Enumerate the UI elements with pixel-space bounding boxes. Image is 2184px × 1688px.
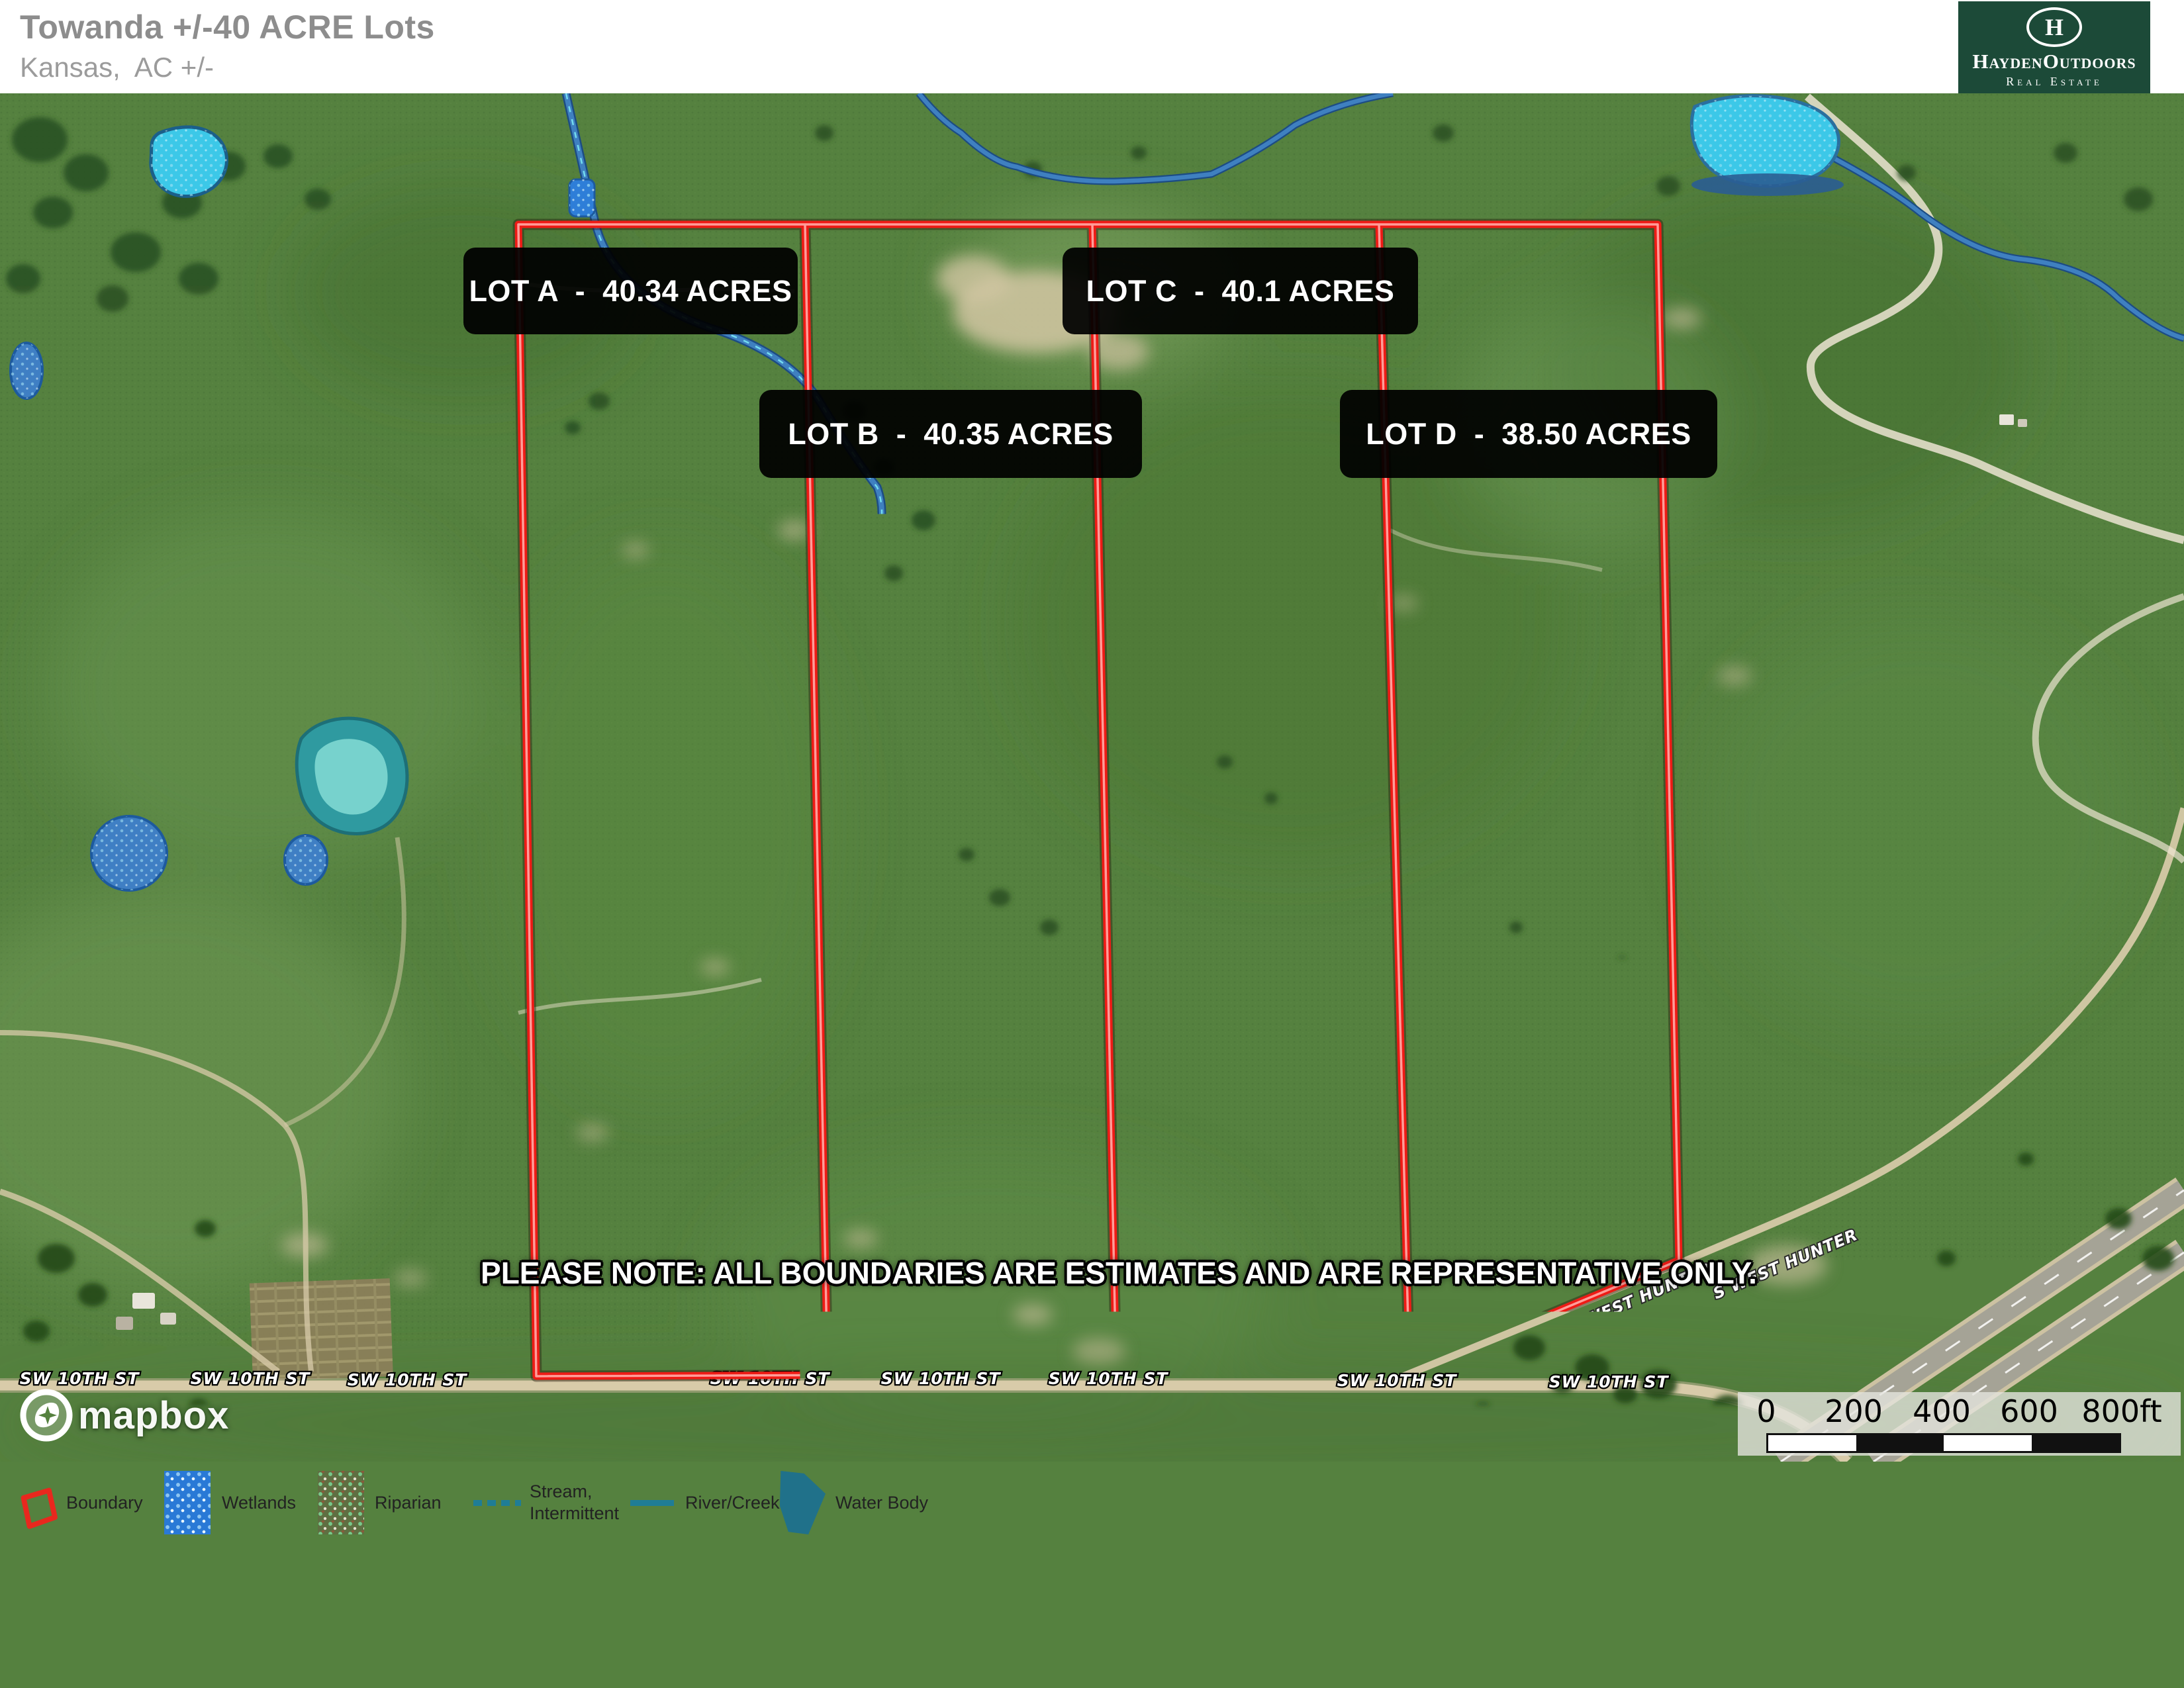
legend-label-wetlands: Wetlands (222, 1462, 296, 1544)
svg-text:254: 254 (2073, 1327, 2105, 1344)
scale-tick: 400 (1913, 1393, 1971, 1429)
lot-d-label: LOT D - 38.50 ACRES (1340, 390, 1717, 478)
footer-company: Hayden Outdoors Great Plains (20, 1613, 375, 1640)
hayden-outdoors-logo: H HaydenOutdoors Real Estate (1958, 1, 2150, 94)
page-subtitle: Kansas, AC +/- (20, 52, 214, 83)
disclaimer-line: The information contained herein was obt… (1780, 1610, 2123, 1628)
legend-label-riparian: Riparian (375, 1462, 442, 1544)
scale-tick: 600 (2000, 1393, 2058, 1429)
property-map-sheet: Towanda +/-40 ACRE Lots Kansas, AC +/- H… (0, 0, 2184, 1688)
disclaimer-line: sources deemed to be reliable. (1780, 1628, 2123, 1646)
footer-website: www.haydenoutdoors.com (273, 1647, 545, 1673)
scale-tick: 800ft (2081, 1393, 2161, 1429)
hayden-logo-name: HaydenOutdoors (1972, 50, 2136, 73)
lot-c-label: LOT C - 40.1 ACRES (1063, 248, 1418, 334)
map-legend: Boundary Wetlands Riparian Stream, Inter… (0, 1462, 2184, 1544)
water-body-icon (778, 1471, 826, 1534)
disclaimer-line: Land id™ Services makes no warranties or… (1780, 1646, 2123, 1664)
footer-phone: P: 866-741-8323 (20, 1647, 193, 1673)
land-id-logo: id. (1715, 1618, 1768, 1673)
road-label-sw10th: SW 10TH ST (1549, 1372, 1670, 1391)
land-id-logo-text: id (1721, 1626, 1752, 1665)
legend-stream-line1: Stream, (530, 1481, 593, 1501)
hayden-h-monogram-icon: H (2026, 7, 2082, 47)
page-title: Towanda +/-40 ACRE Lots (20, 8, 435, 46)
boundary-disclaimer-banner: PLEASE NOTE: ALL BOUNDARIES ARE ESTIMATE… (463, 1255, 1774, 1291)
scale-bar: 0 200 400 600 800ft (1738, 1392, 2181, 1456)
scale-tick: 0 (1756, 1393, 1776, 1429)
legend-label-river: River/Creek (685, 1462, 780, 1544)
footer-address: 501 Main St. (638, 1647, 769, 1673)
mapbox-logo-icon (19, 1387, 74, 1443)
riparian-swatch-icon (318, 1471, 364, 1534)
scale-bar-segments (1766, 1433, 2121, 1453)
legend-stream-line2: Intermittent (530, 1503, 619, 1523)
mapbox-attribution[interactable]: mapbox (19, 1387, 229, 1443)
road-label-sw10th: SW 10TH ST (348, 1370, 468, 1389)
svg-text:254: 254 (2002, 1317, 2034, 1335)
lot-a-label: LOT A - 40.34 ACRES (463, 248, 798, 334)
wetlands-swatch-icon (164, 1471, 211, 1534)
legend-label-stream: Stream, Intermittent (530, 1462, 619, 1544)
land-id-logo-dot: . (1752, 1626, 1761, 1665)
lot-b-label: LOT B - 40.35 ACRES (759, 390, 1142, 478)
scale-tick: 200 (1825, 1393, 1883, 1429)
boundary-icon (15, 1479, 61, 1542)
footer: Hayden Outdoors Great Plains P: 866-741-… (0, 1544, 2184, 1688)
stream-intermittent-icon (473, 1500, 521, 1506)
road-label-sw10th: SW 10TH ST (191, 1369, 311, 1388)
legend-label-boundary: Boundary (66, 1462, 143, 1544)
legal-disclaimer: The information contained herein was obt… (1780, 1610, 2123, 1681)
legend-label-water-body: Water Body (835, 1462, 928, 1544)
hayden-logo-tagline: Real Estate (2006, 75, 2103, 89)
disclaimer-line: as to the completeness or accuracy there… (1780, 1664, 2123, 1681)
river-creek-icon (630, 1500, 674, 1506)
hayden-monogram-letter: H (2045, 13, 2064, 41)
mapbox-wordmark: mapbox (78, 1393, 229, 1438)
road-label-sw10th: SW 10TH ST (20, 1369, 140, 1388)
